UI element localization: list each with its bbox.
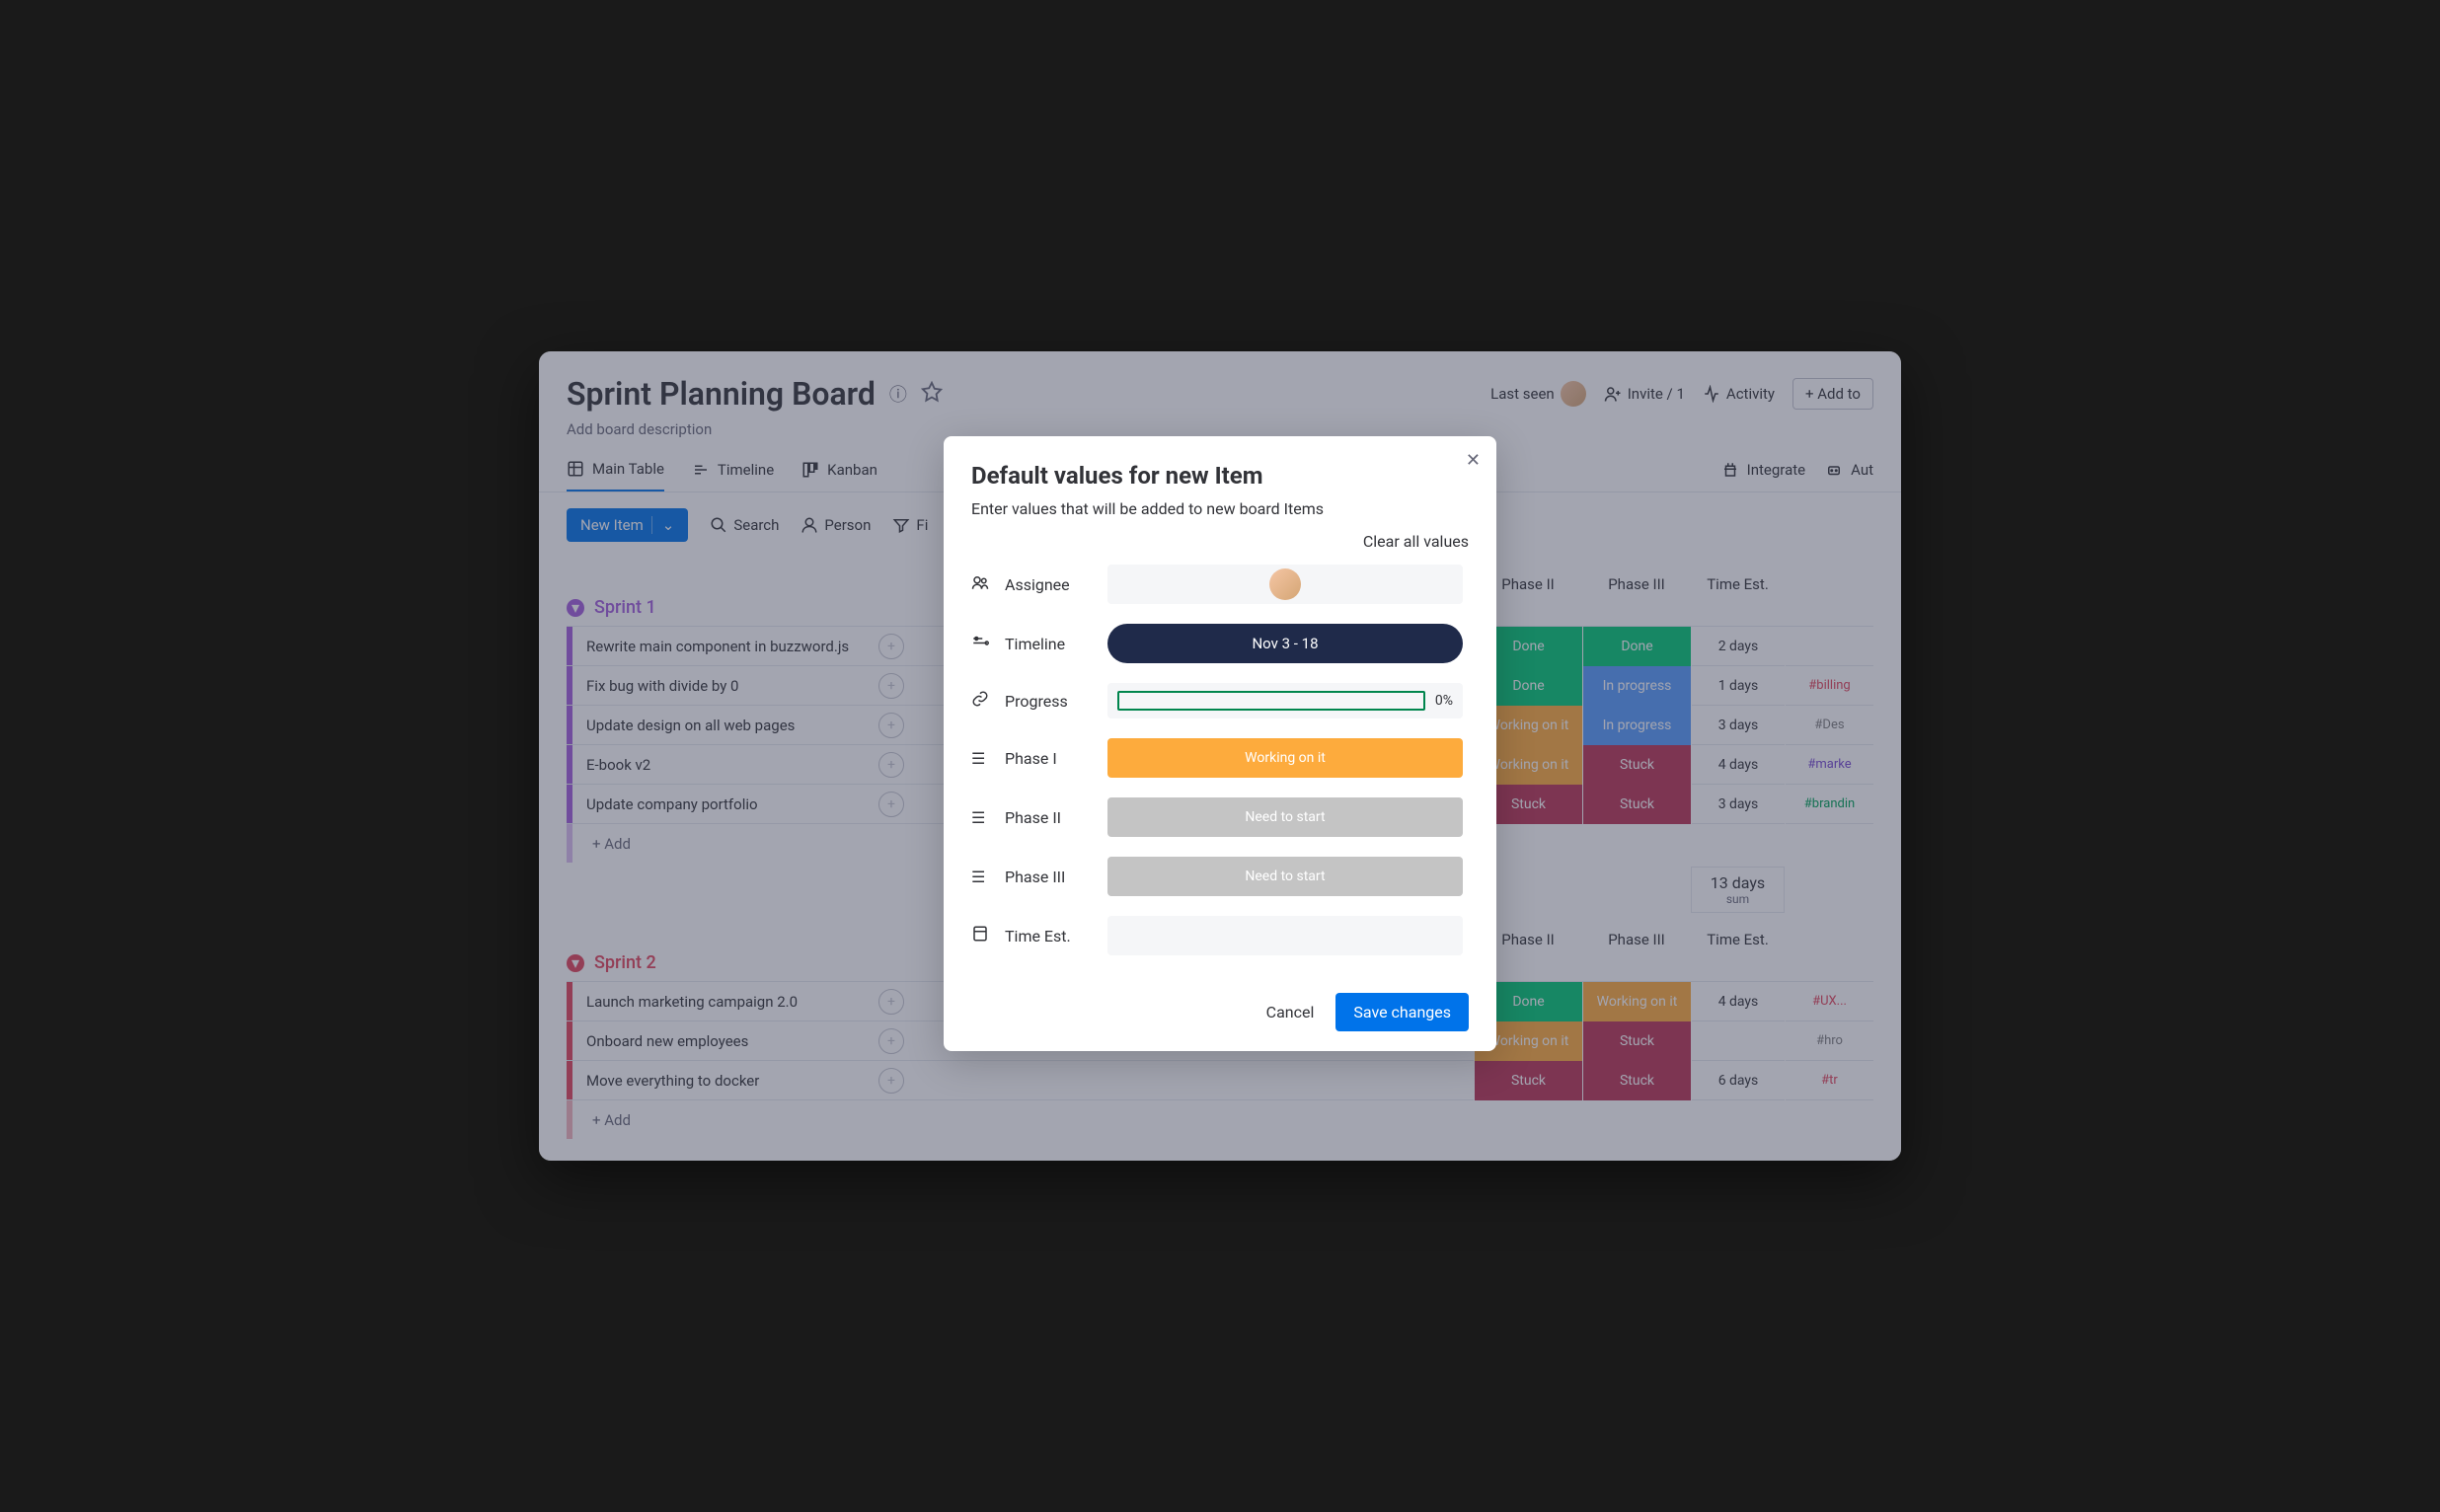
link-icon bbox=[971, 690, 991, 712]
timeline-icon bbox=[971, 633, 991, 654]
assignee-value[interactable] bbox=[1107, 565, 1463, 604]
phase2-value[interactable]: Need to start bbox=[1107, 797, 1463, 837]
save-button[interactable]: Save changes bbox=[1335, 993, 1469, 1031]
timeline-value[interactable]: Nov 3 - 18 bbox=[1107, 624, 1463, 663]
phase1-value[interactable]: Working on it bbox=[1107, 738, 1463, 778]
avatar bbox=[1269, 568, 1301, 600]
modal-title: Default values for new Item bbox=[971, 462, 1469, 490]
modal-subtitle: Enter values that will be added to new b… bbox=[971, 499, 1469, 518]
list-icon: ☰ bbox=[971, 749, 991, 768]
timeline-label: Timeline bbox=[1005, 635, 1094, 653]
list-icon: ☰ bbox=[971, 868, 991, 886]
phase3-label: Phase III bbox=[1005, 868, 1094, 886]
time-est-value[interactable] bbox=[1107, 916, 1463, 955]
cancel-button[interactable]: Cancel bbox=[1266, 1003, 1315, 1021]
progress-label: Progress bbox=[1005, 692, 1094, 711]
phase1-label: Phase I bbox=[1005, 749, 1094, 768]
clear-all-link[interactable]: Clear all values bbox=[971, 532, 1469, 551]
calculator-icon bbox=[971, 925, 991, 946]
phase3-value[interactable]: Need to start bbox=[1107, 857, 1463, 896]
close-icon[interactable]: ✕ bbox=[1466, 450, 1481, 471]
time-est-label: Time Est. bbox=[1005, 927, 1094, 945]
people-icon bbox=[971, 573, 991, 595]
progress-value[interactable]: 0% bbox=[1107, 683, 1463, 718]
list-icon: ☰ bbox=[971, 808, 991, 827]
phase2-label: Phase II bbox=[1005, 808, 1094, 827]
assignee-label: Assignee bbox=[1005, 575, 1094, 594]
default-values-modal: ✕ Default values for new Item Enter valu… bbox=[944, 436, 1496, 1051]
progress-bar bbox=[1117, 691, 1425, 711]
progress-pct: 0% bbox=[1435, 693, 1453, 709]
